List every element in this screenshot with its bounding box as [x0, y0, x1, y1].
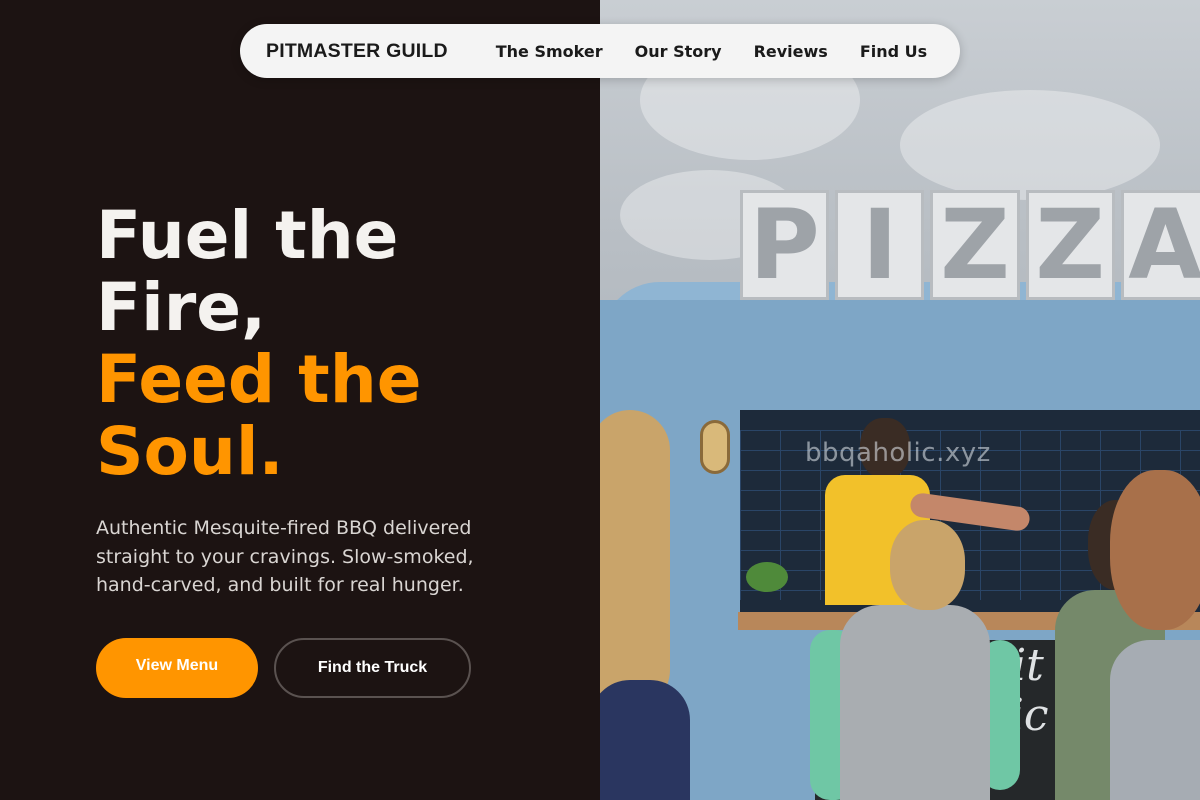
navigation-bar: PITMASTER GUILD The Smoker Our Story Rev…	[240, 24, 960, 78]
customer-vest	[840, 605, 990, 800]
cloud	[900, 90, 1160, 200]
nav-links: The Smoker Our Story Reviews Find Us	[496, 42, 927, 61]
customer-left-hair	[600, 410, 670, 710]
nav-link-reviews[interactable]: Reviews	[754, 42, 828, 61]
hero-title-line-1: Fuel the	[96, 197, 399, 274]
brand-logo[interactable]: PITMASTER GUILD	[266, 40, 448, 63]
hero-title: Fuel the Fire, Feed the Soul.	[96, 200, 576, 488]
nav-link-our-story[interactable]: Our Story	[635, 42, 722, 61]
hero-title-accent-line-1: Feed the	[96, 341, 422, 418]
hero-title-line-2: Fire,	[96, 269, 267, 346]
sign-letter: P	[740, 190, 830, 300]
wall-lamp	[700, 420, 730, 474]
customer-hoodie	[1110, 640, 1200, 800]
hero-subtitle: Authentic Mesquite-fired BBQ delivered s…	[96, 517, 474, 596]
view-menu-button[interactable]: View Menu	[96, 638, 258, 698]
hero-photo: P I Z Z A bbqaholic.xyz erit onic	[600, 0, 1200, 800]
sign-letter: I	[835, 190, 925, 300]
potted-plant	[746, 562, 788, 592]
sign-letter: Z	[930, 190, 1020, 300]
customer-hair	[890, 520, 965, 610]
customer-left-body	[600, 680, 690, 800]
sign-letter: Z	[1025, 190, 1115, 300]
pizza-sign: P I Z Z A	[740, 190, 1200, 300]
hero-title-accent-line-2: Soul.	[96, 413, 284, 490]
find-the-truck-button[interactable]: Find the Truck	[274, 638, 471, 698]
nav-link-the-smoker[interactable]: The Smoker	[496, 42, 603, 61]
customer-hair	[1110, 470, 1200, 630]
watermark: bbqaholic.xyz	[805, 438, 991, 468]
nav-link-find-us[interactable]: Find Us	[860, 42, 927, 61]
hero-left-panel: Fuel the Fire, Feed the Soul. Authentic …	[0, 0, 600, 800]
sign-letter: A	[1120, 190, 1200, 300]
